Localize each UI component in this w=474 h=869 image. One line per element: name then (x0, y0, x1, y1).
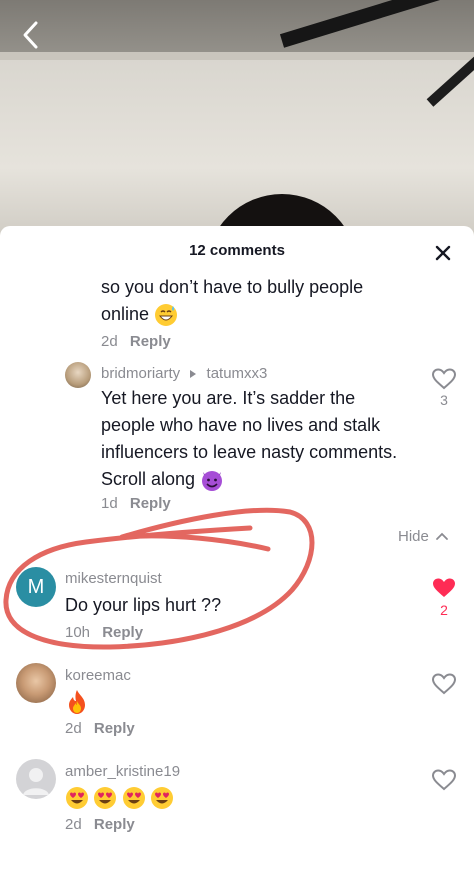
reply-arrow-icon (190, 370, 197, 379)
heart-filled-icon (433, 578, 455, 597)
video-background (0, 0, 474, 240)
reply-button[interactable]: Reply (102, 624, 143, 641)
like-count: 3 (440, 392, 448, 408)
comment-text-word: online (101, 304, 150, 324)
heart-outline-icon (431, 673, 457, 695)
comment-username[interactable]: koreemac (65, 667, 131, 684)
ceiling-fan-blade (279, 0, 474, 48)
comment-emoji-line (65, 786, 174, 810)
comment-username[interactable]: bridmoriarty (101, 365, 180, 382)
comment-meta: 10h Reply (65, 624, 143, 641)
avatar[interactable] (16, 759, 56, 799)
reply-to-username[interactable]: tatumxx3 (207, 365, 268, 382)
like-button[interactable] (431, 576, 457, 600)
comment-emoji-line (65, 689, 89, 715)
comments-title: 12 comments (189, 242, 285, 259)
comment-meta: 1d Reply (101, 495, 171, 512)
comment-time: 2d (65, 816, 82, 833)
comment-text: people who have no lives and stalk (101, 415, 381, 435)
comment-time: 2d (101, 333, 118, 350)
comment-time: 10h (65, 624, 91, 641)
reply-button[interactable]: Reply (130, 495, 171, 512)
chevron-left-icon (23, 21, 38, 49)
like-count: 2 (440, 602, 448, 618)
comment-meta: 2d Reply (65, 720, 135, 737)
comment-time: 1d (101, 495, 118, 512)
default-avatar-icon (23, 768, 49, 795)
like-button[interactable] (431, 672, 457, 696)
comments-sheet: 12 comments so you don’t have to bully p… (0, 226, 474, 869)
heart-eyes-emoji-icon (66, 787, 88, 809)
like-button[interactable] (431, 768, 457, 792)
hide-replies-button[interactable]: Hide (398, 528, 449, 545)
comment-text: influencers to leave nasty comments. (101, 442, 398, 462)
fire-emoji-icon (69, 690, 85, 714)
hide-label: Hide (398, 528, 429, 545)
close-button[interactable] (432, 242, 454, 264)
comment-meta: 2d Reply (65, 816, 135, 833)
comment-text: Yet here you are. It’s sadder the (101, 388, 356, 408)
comment-text-word: Scroll along (101, 469, 196, 489)
avatar[interactable] (16, 663, 56, 703)
comment-text: Do your lips hurt ?? (65, 595, 222, 615)
comment-text-line: Scroll along (101, 466, 224, 493)
heart-eyes-emoji-icon (122, 787, 145, 809)
like-button[interactable] (431, 367, 457, 391)
avatar[interactable]: M (16, 567, 56, 607)
heart-eyes-emoji-icon (94, 787, 117, 809)
back-button[interactable] (16, 18, 48, 52)
heart-outline-icon (431, 769, 457, 791)
smiling-imp-emoji-icon (202, 471, 223, 492)
comment-meta: 2d Reply (101, 333, 171, 350)
comment-text-line: online (101, 301, 178, 328)
close-icon (435, 245, 451, 261)
chevron-up-icon (436, 532, 448, 540)
grinning-sweat-emoji-icon (155, 304, 178, 327)
heart-eyes-emoji-icon (151, 787, 174, 809)
reply-button[interactable]: Reply (94, 720, 135, 737)
reply-button[interactable]: Reply (130, 333, 171, 350)
avatar[interactable] (65, 362, 91, 388)
heart-outline-icon (431, 368, 457, 390)
comment-text: so you don’t have to bully people (101, 277, 364, 297)
comment-username[interactable]: amber_kristine19 (65, 763, 180, 780)
comment-username-line: bridmoriarty tatumxx3 (101, 365, 267, 382)
comment-time: 2d (65, 720, 82, 737)
comment-username[interactable]: mikesternquist (65, 570, 162, 587)
reply-button[interactable]: Reply (94, 816, 135, 833)
